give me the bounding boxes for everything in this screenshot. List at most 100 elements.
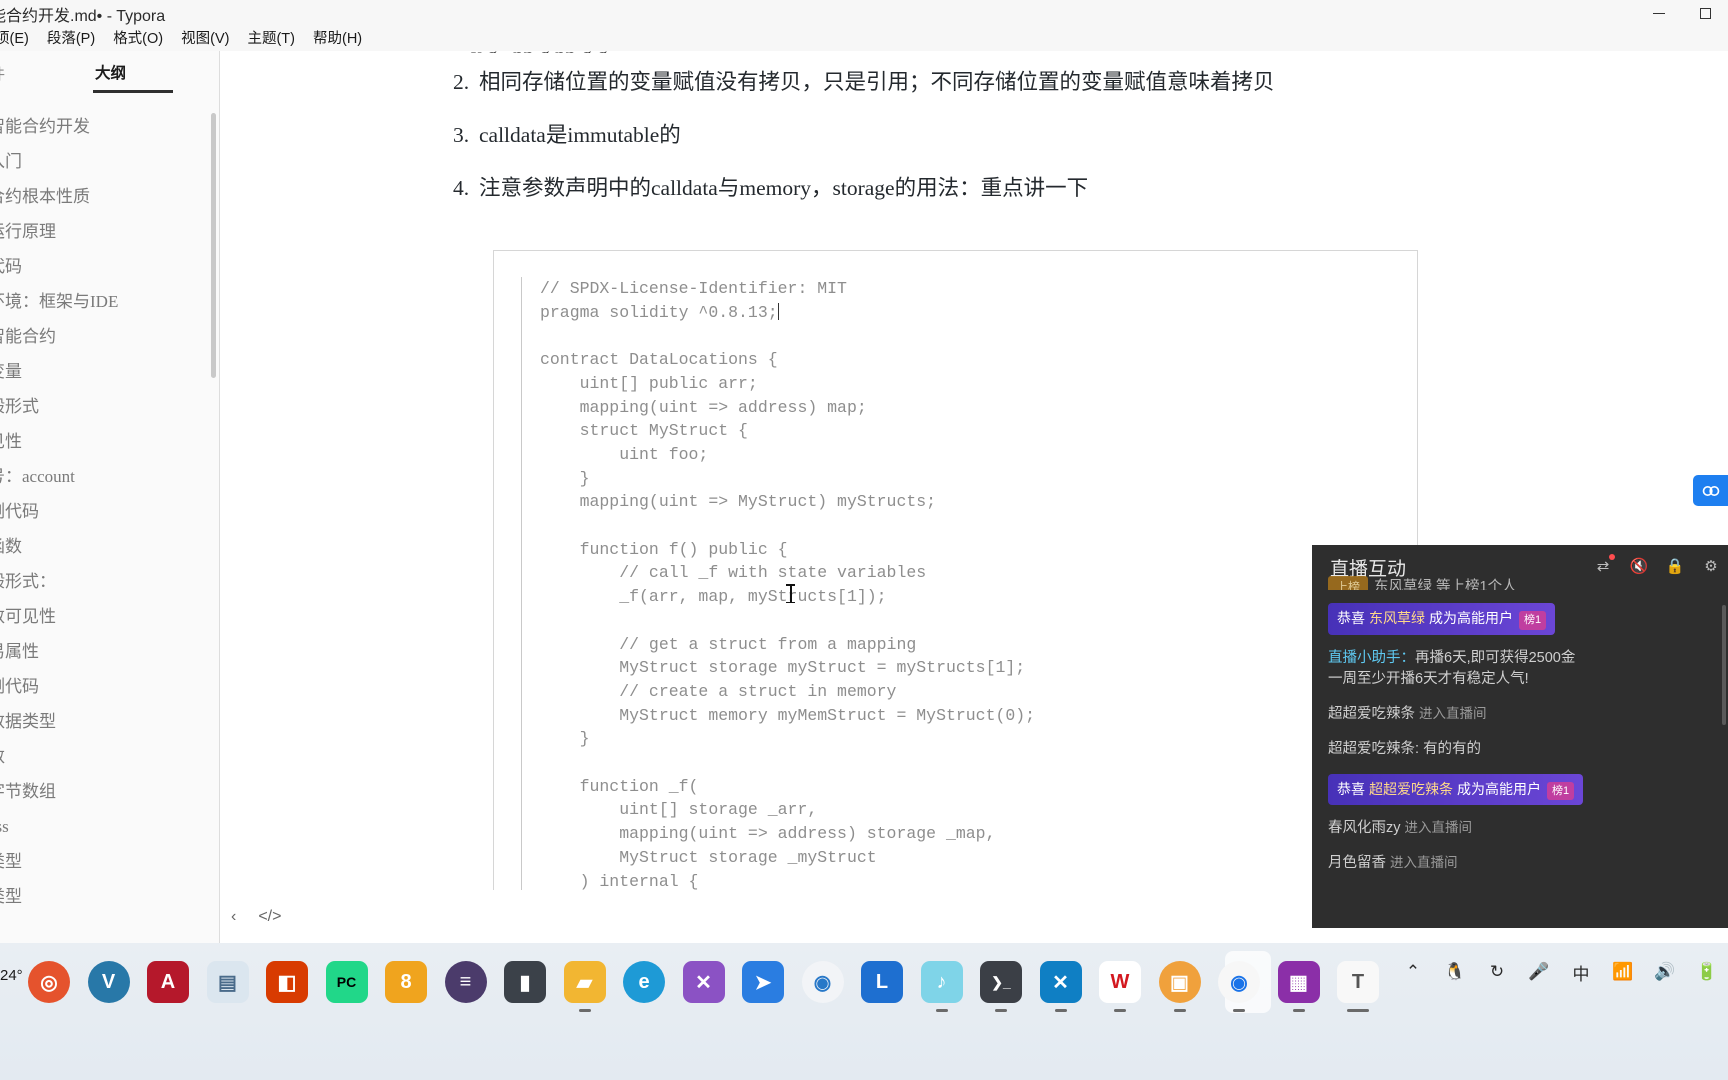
outline-item-15[interactable]: 易属性 (0, 634, 219, 669)
outline-item-7[interactable]: 变量 (0, 354, 219, 389)
outline-item-14[interactable]: 数可见性 (0, 599, 219, 634)
chat-message: 恭喜 超超爱吃辣条 成为高能用户 榜1 (1328, 773, 1712, 805)
code-line: struct MyStruct { (540, 421, 748, 441)
list-item: 4. 注意参数声明中的calldata与memory，storage的用法：重点讲… (453, 173, 1653, 204)
outline-item-0[interactable]: 智能合约开发 (0, 109, 219, 144)
outline-item-4[interactable]: 代码 (0, 249, 219, 284)
chat-scrollbar[interactable] (1722, 605, 1726, 725)
settings-icon[interactable]: ⚙ (1702, 557, 1720, 575)
taskbar-icon-bird-app[interactable]: ➤ (742, 961, 784, 1003)
outline-item-1[interactable]: 入门 (0, 144, 219, 179)
show-hidden-icons[interactable]: ⌃ (1402, 961, 1424, 983)
microphone-icon[interactable]: 🎤 (1528, 961, 1550, 983)
chat-username[interactable]: 超超爱吃辣条 (1328, 706, 1415, 722)
menu-item-0[interactable]: 项(E) (0, 27, 38, 51)
taskbar-icon-spiral-app[interactable]: ◉ (801, 961, 844, 1003)
chat-message-text-line2: 一周至少开播6天才有稳定人气! (1328, 671, 1529, 688)
taskbar-icon-ubuntu[interactable]: ◎ (28, 961, 70, 1003)
menu-item-4[interactable]: 主题(T) (238, 27, 304, 51)
taskbar-icon-terminal[interactable]: ▮ (504, 961, 546, 1003)
outline-item-9[interactable]: 见性 (0, 424, 219, 459)
congrat-username: 东风草绿 (1369, 610, 1425, 626)
taskbar-icon-file-explorer[interactable]: ▰ (563, 961, 606, 1012)
taskbar-icon-typora[interactable]: T (1337, 961, 1379, 1012)
code-line: uint[] storage _arr, (540, 800, 818, 820)
menu-item-3[interactable]: 视图(V) (172, 27, 238, 51)
floating-link-badge[interactable] (1693, 475, 1728, 506)
code-line: contract DataLocations { (540, 350, 778, 370)
running-indicator (1347, 1009, 1369, 1012)
code-line: // create a struct in memory (540, 681, 897, 701)
outline-item-16[interactable]: 例代码 (0, 669, 219, 704)
qq-icon[interactable]: 🐧 (1444, 961, 1466, 983)
menu-item-2[interactable]: 格式(O) (104, 27, 172, 51)
taskbar-icon-visual-studio[interactable]: ✕ (682, 961, 725, 1003)
outline-item-2[interactable]: 合约根本性质 (0, 179, 219, 214)
outline-item-6[interactable]: 智能合约 (0, 319, 219, 354)
outline-item-20[interactable]: ess (0, 809, 219, 844)
running-indicator (935, 1009, 948, 1012)
taskbar-icon-live-stream-app[interactable]: ♪ (920, 961, 963, 1012)
live-chat-panel[interactable]: 直播互动 ⇄ 🔇 🔒 ⚙ 上榜 东风草绿 等上榜1个人 恭喜 东风草绿 成为高能用户 榜1 直播小… (1312, 545, 1728, 928)
taskbar-icon-vmware[interactable]: V (87, 961, 130, 1003)
sync-icon[interactable]: ↻ (1486, 961, 1508, 983)
outline-item-5[interactable]: 环境：框架与IDE (0, 284, 219, 319)
chat-username[interactable]: 超超爱吃辣条: (1328, 741, 1423, 757)
outline-item-21[interactable]: 类型 (0, 844, 219, 879)
clipped-previous-line: y g , pp g pp g g (471, 51, 1371, 53)
taskbar-icon-notes-app[interactable]: 8 (385, 961, 427, 1003)
outline-item-22[interactable]: 类型 (0, 879, 219, 914)
battery-icon[interactable]: 🔋 (1696, 961, 1718, 983)
sidebar-scrollbar[interactable] (211, 113, 216, 378)
taskbar-icon-jupyter[interactable]: ≡ (444, 961, 487, 1003)
outline-item-8[interactable]: 般形式 (0, 389, 219, 424)
outline-item-19[interactable]: 字节数组 (0, 774, 219, 809)
taskbar-icon-winrar[interactable]: ▦ (1277, 961, 1320, 1012)
tab-outline[interactable]: 大纲 (95, 61, 126, 83)
tab-files[interactable]: 件 (0, 63, 5, 84)
taskbar-icon-windows-terminal[interactable]: ❯_ (980, 961, 1022, 1012)
minimize-button[interactable] (1636, 0, 1682, 27)
taskbar-icon-notepad[interactable]: ▤ (206, 961, 249, 1003)
maximize-button[interactable] (1682, 0, 1728, 27)
tab-active-underline (93, 90, 173, 93)
outline-item-12[interactable]: 函数 (0, 529, 219, 564)
taskbar-icon-vs-code[interactable]: ✕ (1039, 961, 1082, 1012)
mute-icon[interactable]: 🔇 (1630, 557, 1649, 575)
taskbar-icon-adobe-acrobat[interactable]: A (147, 961, 189, 1003)
source-code-mode-icon[interactable]: </> (258, 908, 281, 926)
back-navigation-icon[interactable]: ‹ (231, 908, 236, 926)
taskbar-icon-outlook[interactable]: L (861, 961, 903, 1003)
chat-message-list[interactable]: 上榜 东风草绿 等上榜1个人 恭喜 东风草绿 成为高能用户 榜1 直播小助手：再播6天,即可… (1312, 576, 1728, 875)
taskbar-icon-pycharm[interactable]: PC (325, 961, 368, 1003)
outline-item-11[interactable]: 例代码 (0, 494, 219, 529)
congrat-prefix: 恭喜 (1337, 610, 1365, 626)
outline-item-10[interactable]: 号：account (0, 459, 219, 494)
window-controls (1636, 0, 1728, 27)
code-block[interactable]: // SPDX-License-Identifier: MIT pragma so… (493, 250, 1418, 910)
taskbar-icon-microsoft-edge[interactable]: e (623, 961, 665, 1003)
wifi-icon[interactable]: 📶 (1612, 961, 1634, 983)
chat-message-text: 东风草绿 等上榜1个人 (1374, 579, 1517, 590)
taskbar-icon-google-chrome[interactable]: ◉ (1218, 961, 1260, 1012)
outline-item-13[interactable]: 般形式： (0, 564, 219, 599)
outline-item-17[interactable]: 数据类型 (0, 704, 219, 739)
menu-item-5[interactable]: 帮助(H) (304, 27, 371, 51)
message-icon[interactable]: ⇄ (1594, 554, 1615, 575)
taskbar-icon-toolbox-app[interactable]: ▣ (1158, 961, 1201, 1012)
outline-item-18[interactable]: 数 (0, 739, 219, 774)
chat-username[interactable]: 直播小助手： (1328, 650, 1415, 666)
running-indicator (1114, 1009, 1126, 1012)
lock-icon[interactable]: 🔒 (1666, 557, 1685, 575)
taskbar-icon-microsoft-office[interactable]: ◧ (266, 961, 308, 1003)
code-content[interactable]: // SPDX-License-Identifier: MIT pragma so… (521, 277, 1035, 894)
chat-username[interactable]: 春风化雨zy (1328, 820, 1401, 836)
ime-chinese-icon[interactable]: 中 (1570, 961, 1592, 984)
taskbar-icon-wps-office[interactable]: W (1099, 961, 1141, 1012)
volume-icon[interactable]: 🔊 (1654, 961, 1676, 983)
menu-item-1[interactable]: 段落(P) (38, 27, 104, 51)
outline-item-3[interactable]: 运行原理 (0, 214, 219, 249)
chat-username[interactable]: 月色留香 (1328, 855, 1386, 871)
